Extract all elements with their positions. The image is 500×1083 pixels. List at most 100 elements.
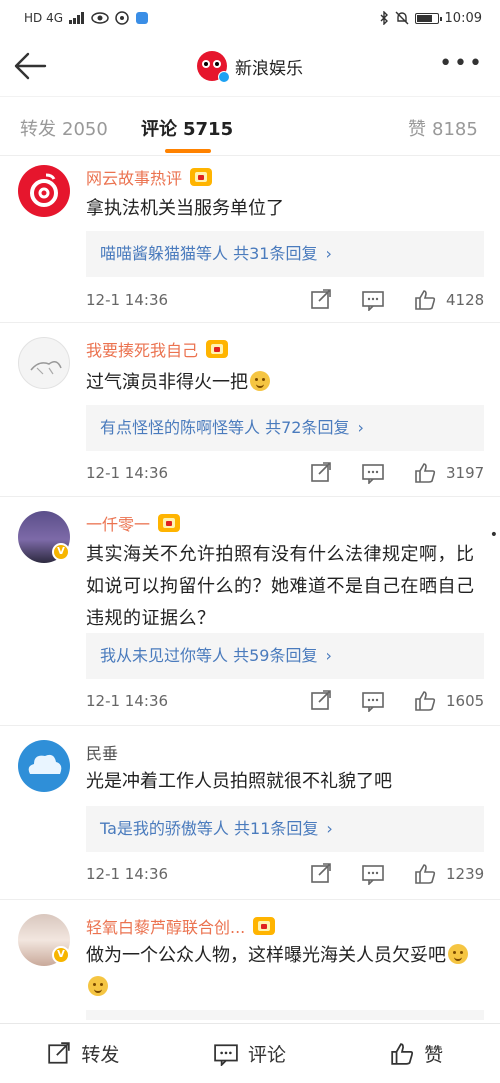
tab-repost-label: 转发 — [20, 119, 56, 140]
comment-label: 评论 — [248, 1044, 287, 1066]
app-icon — [136, 12, 149, 24]
chevron-right-icon: › — [326, 819, 333, 838]
tab-repost[interactable]: 转发 2050 — [20, 115, 108, 141]
bottom-action-bar: 转发 评论 赞 — [0, 1023, 500, 1083]
comment-button[interactable]: 评论 — [167, 1024, 334, 1083]
comment-time: 12-1 14:36 — [86, 291, 169, 309]
comment-meta: 12-1 14:36 1605 — [86, 689, 484, 713]
comment-icon — [214, 1043, 238, 1066]
avatar[interactable] — [18, 337, 70, 389]
share-icon[interactable] — [310, 863, 332, 885]
like-thumb-icon[interactable] — [414, 863, 436, 885]
comment-user-row: 轻氧白藜芦醇联合创... — [86, 914, 276, 938]
vip-crown-icon — [253, 917, 276, 935]
comment-meta: 12-1 14:36 4128 — [86, 288, 484, 312]
tab-comment-label: 评论 — [141, 119, 177, 140]
share-icon[interactable] — [310, 690, 332, 712]
comment-user-row: 一仟零一 — [86, 511, 181, 535]
chevron-right-icon: › — [325, 244, 332, 263]
replies-label: Ta是我的骄傲等人 共11条回复 — [100, 819, 319, 838]
comment-text: 拿执法机关当服务单位了 — [86, 198, 284, 219]
sina-logo-icon — [197, 51, 230, 83]
mute-bell-icon — [395, 11, 409, 25]
comment-item: 我要揍死我自己 过气演员非得火一把 有点怪怪的陈啊怪等人 共72条回复 › 12-… — [0, 323, 500, 497]
comment-list: 网云故事热评 拿执法机关当服务单位了 喵喵酱躲猫猫等人 共31条回复 › 12-1… — [0, 157, 500, 1020]
back-button[interactable] — [12, 50, 48, 82]
reply-icon[interactable] — [362, 690, 384, 712]
clock: 10:09 — [444, 10, 482, 26]
comment-user-row: 网云故事热评 — [86, 165, 213, 189]
tab-comment[interactable]: 评论 5715 — [141, 115, 233, 141]
notification-icon — [115, 11, 129, 25]
reply-icon[interactable] — [362, 863, 384, 885]
status-bar: HD 4G 10:09 — [0, 0, 500, 36]
page-title: 新浪娱乐 — [235, 58, 303, 79]
replies-label: 我从未见过你等人 共59条回复 — [100, 646, 318, 665]
verified-badge-icon — [218, 71, 230, 83]
comment-text: 过气演员非得火一把 — [86, 367, 480, 399]
emoji-icon — [88, 976, 108, 996]
comment-meta: 12-1 14:36 3197 — [86, 461, 484, 485]
signal-icon — [69, 12, 85, 24]
like-thumb-icon[interactable] — [414, 289, 436, 311]
active-tab-indicator — [165, 149, 211, 153]
like-count: 1605 — [446, 692, 485, 710]
comment-text: 光是冲着工作人员拍照就很不礼貌了吧 — [86, 771, 392, 792]
reply-icon[interactable] — [362, 462, 384, 484]
comment-item: V 一仟零一 • 其实海关不允许拍照有没有什么法律规定啊，比如说可以拘留什么的？… — [0, 497, 500, 726]
eye-icon — [91, 12, 109, 24]
share-icon[interactable] — [310, 462, 332, 484]
comment-item: 网云故事热评 拿执法机关当服务单位了 喵喵酱躲猫猫等人 共31条回复 › 12-1… — [0, 157, 500, 323]
comment-text: 做为一个公众人物，这样曝光海关人员欠妥吧 — [86, 940, 480, 1004]
tab-comment-count: 5715 — [183, 119, 234, 140]
comment-user-row: 我要揍死我自己 — [86, 337, 229, 361]
like-button[interactable]: 赞 — [333, 1024, 500, 1083]
chevron-right-icon: › — [357, 418, 364, 437]
like-label: 赞 — [424, 1044, 444, 1066]
vip-crown-icon — [206, 340, 229, 358]
like-thumb-icon[interactable] — [414, 462, 436, 484]
replies-summary[interactable]: 喵喵酱躲猫猫等人 共31条回复 › — [86, 231, 484, 277]
repost-button[interactable]: 转发 — [0, 1024, 167, 1083]
comment-username[interactable]: 一仟零一 — [86, 511, 150, 535]
repost-label: 转发 — [81, 1044, 120, 1066]
avatar[interactable] — [18, 165, 70, 217]
vip-crown-icon — [190, 168, 213, 186]
replies-summary[interactable]: 我从未见过你等人 共59条回复 › — [86, 633, 484, 679]
emoji-icon — [250, 371, 270, 391]
sketch-avatar-icon — [30, 361, 62, 375]
replies-label: 有点怪怪的陈啊怪等人 共72条回复 — [100, 418, 350, 437]
replies-summary[interactable] — [86, 1010, 484, 1020]
avatar[interactable] — [18, 740, 70, 792]
comment-username[interactable]: 网云故事热评 — [86, 165, 182, 189]
comment-time: 12-1 14:36 — [86, 692, 169, 710]
tab-like-label: 赞 — [408, 119, 426, 140]
like-thumb-icon — [391, 1042, 414, 1065]
account-header[interactable]: 新浪娱乐 — [197, 51, 303, 83]
like-count: 4128 — [446, 291, 485, 309]
comment-username[interactable]: 我要揍死我自己 — [86, 337, 198, 361]
replies-summary[interactable]: 有点怪怪的陈啊怪等人 共72条回复 › — [86, 405, 484, 451]
verified-badge-icon: V — [52, 946, 70, 964]
like-thumb-icon[interactable] — [414, 690, 436, 712]
comment-username[interactable]: 轻氧白藜芦醇联合创... — [86, 914, 245, 938]
top-nav: 新浪娱乐 ••• — [0, 36, 500, 96]
comment-item: 民垂 光是冲着工作人员拍照就很不礼貌了吧 Ta是我的骄傲等人 共11条回复 › 1… — [0, 726, 500, 900]
comment-item: V 轻氧白藜芦醇联合创... 做为一个公众人物，这样曝光海关人员欠妥吧 — [0, 900, 500, 1020]
emoji-icon — [448, 944, 468, 964]
like-count: 1239 — [446, 865, 485, 883]
share-icon[interactable] — [310, 289, 332, 311]
tab-like-count: 8185 — [432, 119, 478, 140]
verified-badge-icon: V — [52, 543, 70, 561]
comment-user-row: 民垂 — [86, 740, 118, 764]
vip-crown-icon — [158, 514, 181, 532]
comment-text-body: 过气演员非得火一把 — [86, 372, 248, 393]
comment-username[interactable]: 民垂 — [86, 740, 118, 764]
netease-music-logo-icon — [30, 173, 58, 207]
cloud-avatar-icon — [28, 754, 62, 774]
tab-like[interactable]: 赞 8185 — [408, 115, 478, 141]
replies-summary[interactable]: Ta是我的骄傲等人 共11条回复 › — [86, 806, 484, 852]
back-arrow-icon — [14, 52, 47, 80]
bluetooth-icon — [380, 11, 388, 25]
reply-icon[interactable] — [362, 289, 384, 311]
